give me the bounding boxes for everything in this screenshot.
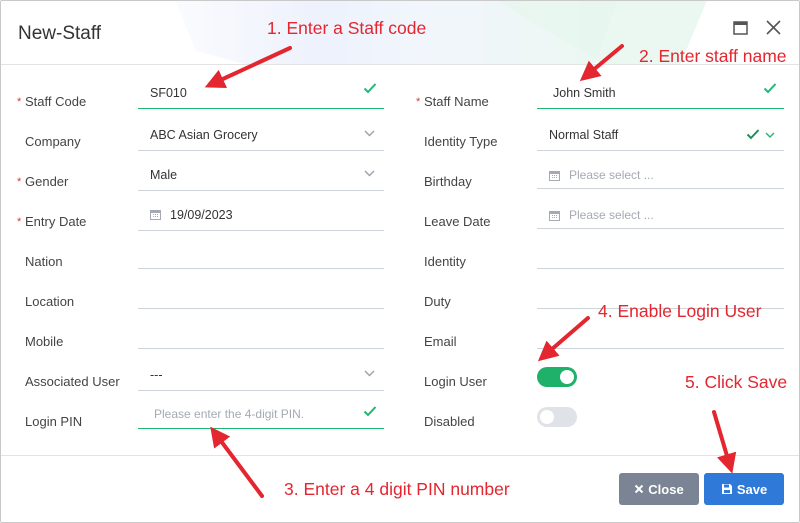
checkmark-icon bbox=[363, 82, 377, 94]
checkmark-icon bbox=[746, 128, 760, 140]
chevron-down-icon bbox=[364, 130, 375, 137]
staff-code-label: Staff Code bbox=[25, 94, 87, 109]
email-input[interactable] bbox=[537, 318, 784, 349]
leave-date-label: Leave Date bbox=[424, 214, 491, 229]
floppy-disk-icon bbox=[721, 483, 733, 495]
login-user-toggle[interactable] bbox=[537, 367, 577, 387]
entry-date-picker[interactable]: 19/09/2023 bbox=[138, 200, 384, 231]
location-input[interactable] bbox=[138, 278, 384, 309]
staff-name-label: Staff Name bbox=[424, 94, 489, 109]
associated-user-label: Associated User bbox=[25, 374, 120, 389]
associated-user-select[interactable]: --- bbox=[138, 360, 384, 391]
identity-input[interactable] bbox=[537, 238, 784, 269]
new-staff-dialog: New-Staff * Staff Code SF010 Company ABC… bbox=[0, 0, 800, 523]
annotation-step-5: 5. Click Save bbox=[685, 372, 788, 392]
calendar-icon bbox=[549, 170, 560, 181]
checkmark-icon bbox=[363, 405, 377, 417]
gender-select[interactable]: Male bbox=[138, 160, 384, 191]
mobile-input[interactable] bbox=[138, 318, 384, 349]
disabled-label: Disabled bbox=[424, 414, 475, 429]
checkmark-icon bbox=[763, 82, 777, 94]
required-marker: * bbox=[17, 216, 22, 228]
company-label: Company bbox=[25, 134, 81, 149]
login-pin-input[interactable]: Please enter the 4-digit PIN. bbox=[138, 398, 384, 429]
company-select[interactable]: ABC Asian Grocery bbox=[138, 120, 384, 151]
nation-input[interactable] bbox=[138, 238, 384, 269]
gender-label: Gender bbox=[25, 174, 69, 189]
annotation-step-2: 2. Enter staff name bbox=[639, 46, 787, 66]
mobile-label: Mobile bbox=[25, 334, 64, 349]
calendar-icon bbox=[549, 210, 560, 221]
calendar-icon bbox=[150, 209, 161, 220]
disabled-toggle[interactable] bbox=[537, 407, 577, 427]
entry-date-label: Entry Date bbox=[25, 214, 87, 229]
chevron-down-icon bbox=[364, 170, 375, 177]
login-pin-label: Login PIN bbox=[25, 414, 83, 429]
required-marker: * bbox=[17, 96, 22, 108]
window-maximize-icon[interactable] bbox=[733, 21, 748, 35]
identity-label: Identity bbox=[424, 254, 466, 269]
birthday-label: Birthday bbox=[424, 174, 472, 189]
staff-code-input[interactable]: SF010 bbox=[138, 78, 384, 109]
email-label: Email bbox=[424, 334, 457, 349]
birthday-picker[interactable]: Please select ... bbox=[537, 158, 784, 189]
save-button[interactable]: Save bbox=[704, 473, 784, 505]
staff-name-input[interactable]: John Smith bbox=[537, 78, 784, 109]
nation-label: Nation bbox=[25, 254, 63, 269]
dialog-title: New-Staff bbox=[18, 23, 102, 44]
required-marker: * bbox=[17, 176, 22, 188]
login-user-label: Login User bbox=[424, 374, 487, 389]
duty-label: Duty bbox=[424, 294, 451, 309]
leave-date-picker[interactable]: Please select ... bbox=[537, 198, 784, 229]
chevron-down-icon bbox=[765, 132, 775, 138]
chevron-down-icon bbox=[364, 370, 375, 377]
annotation-step-1: 1. Enter a Staff code bbox=[267, 18, 427, 38]
identity-type-select[interactable]: Normal Staff bbox=[537, 120, 784, 151]
x-icon bbox=[634, 484, 644, 494]
close-icon[interactable] bbox=[766, 20, 781, 35]
annotation-step-3: 3. Enter a 4 digit PIN number bbox=[284, 479, 510, 499]
location-label: Location bbox=[25, 294, 75, 309]
close-button[interactable]: Close bbox=[619, 473, 699, 505]
annotation-step-4: 4. Enable Login User bbox=[598, 301, 762, 321]
required-marker: * bbox=[416, 96, 421, 108]
identity-type-label: Identity Type bbox=[424, 134, 498, 149]
